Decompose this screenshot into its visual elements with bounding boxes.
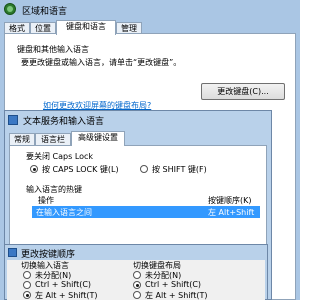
layout-left-alt-shift-label: 左 Alt + Shift(T) [145, 291, 208, 300]
layout-ctrl-shift-label: Ctrl + Shift(C) [145, 280, 202, 289]
region-window-titlebar: 区域和语言 [0, 0, 300, 20]
change-sequence-panel: 切换输入语言 未分配(N) Ctrl + Shift(C) 左 Alt + Sh… [7, 260, 265, 300]
tab-keyboards-languages[interactable]: 键盘和语言 [56, 20, 116, 35]
column-keys-header: 按键顺序(K) [208, 196, 252, 205]
caps-lock-radio[interactable] [30, 165, 38, 173]
hotkey-row-action: 在输入语言之间 [36, 208, 92, 217]
keyboard-icon [8, 115, 18, 125]
shift-option-label: 按 SHIFT 键(F) [152, 165, 207, 174]
change-sequence-title: 更改按键顺序 [21, 250, 76, 260]
keyboards-description: 要更改键盘或输入语言，请单击“更改键盘”。 [21, 58, 182, 67]
tab-language-bar[interactable]: 语言栏 [35, 133, 71, 145]
column-action-header: 操作 [38, 196, 54, 205]
text-services-title: 文本服务和输入语言 [23, 117, 105, 127]
keyboards-group-title: 键盘和其他输入语言 [17, 45, 89, 54]
keyboard-icon [8, 248, 17, 257]
shift-radio[interactable] [140, 165, 148, 173]
region-tabs: 格式 位置 键盘和语言 管理 [4, 20, 296, 35]
hotkeys-label: 输入语言的热键 [26, 185, 82, 194]
layout-left-alt-shift-radio[interactable] [133, 291, 141, 299]
change-keyboards-button[interactable]: 更改键盘(C)... [201, 83, 285, 100]
lang-left-alt-shift-label: 左 Alt + Shift(T) [35, 291, 98, 300]
text-services-tabs: 常规 语言栏 高级键设置 [9, 131, 267, 146]
lang-left-alt-shift-radio[interactable] [23, 291, 31, 299]
lang-unassigned-radio[interactable] [23, 271, 31, 279]
hotkey-row-keys: 左 Alt+Shift [208, 208, 255, 217]
region-window-title: 区域和语言 [22, 7, 68, 17]
hotkey-row-selected[interactable]: 在输入语言之间 左 Alt+Shift [32, 206, 260, 218]
layout-unassigned-radio[interactable] [133, 271, 141, 279]
caps-lock-option-label: 按 CAPS LOCK 键(L) [42, 165, 119, 174]
lang-ctrl-shift-radio[interactable] [23, 281, 31, 289]
tab-advanced-key-settings[interactable]: 高级键设置 [71, 131, 125, 146]
lang-ctrl-shift-label: Ctrl + Shift(C) [35, 280, 92, 289]
tab-general[interactable]: 常规 [9, 133, 35, 145]
change-key-sequence-window: 更改按键顺序 切换输入语言 未分配(N) Ctrl + Shift(C) 左 A… [4, 244, 268, 300]
layout-ctrl-shift-radio[interactable] [133, 281, 141, 289]
globe-icon [4, 3, 16, 15]
caps-lock-label: 要关闭 Caps Lock [26, 152, 94, 161]
